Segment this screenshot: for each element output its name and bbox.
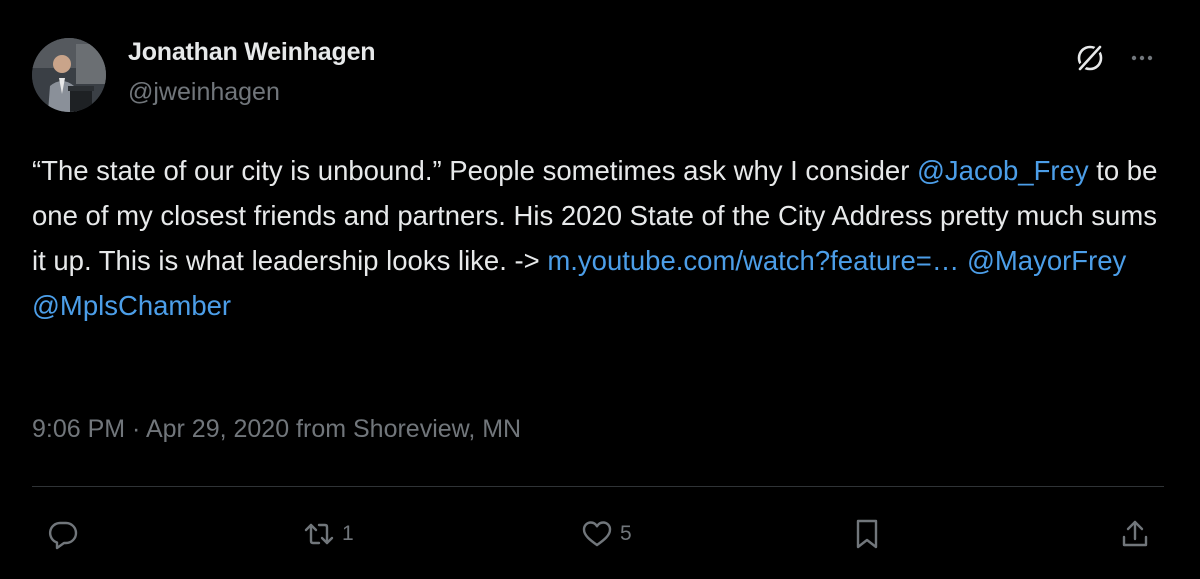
author-handle[interactable]: @jweinhagen bbox=[128, 78, 280, 107]
avatar[interactable] bbox=[32, 38, 106, 112]
grok-icon[interactable] bbox=[1072, 40, 1108, 76]
reply-icon bbox=[46, 517, 80, 551]
youtube-link[interactable]: m.youtube.com/watch?feature=… bbox=[547, 245, 959, 276]
bookmark-icon bbox=[850, 517, 884, 551]
retweet-count: 1 bbox=[342, 522, 354, 545]
retweet-button[interactable]: 1 bbox=[302, 512, 354, 556]
tweet-text-segment: “The state of our city is unbound.” Peop… bbox=[32, 155, 917, 186]
like-button[interactable]: 5 bbox=[580, 512, 632, 556]
retweet-icon bbox=[302, 517, 336, 551]
avatar-image bbox=[32, 38, 106, 112]
mention-jacob-frey[interactable]: @Jacob_Frey bbox=[917, 155, 1089, 186]
tweet-text: “The state of our city is unbound.” Peop… bbox=[32, 148, 1172, 328]
tweet-text-spacer bbox=[959, 245, 967, 276]
more-icon[interactable] bbox=[1124, 40, 1160, 76]
share-button[interactable] bbox=[1118, 512, 1152, 556]
share-icon bbox=[1118, 517, 1152, 551]
like-icon bbox=[580, 517, 614, 551]
mention-mayor-frey[interactable]: @MayorFrey bbox=[967, 245, 1126, 276]
author-display-name[interactable]: Jonathan Weinhagen bbox=[128, 38, 376, 67]
tweet-timestamp[interactable]: 9:06 PM · Apr 29, 2020 from Shoreview, M… bbox=[32, 415, 521, 444]
divider bbox=[32, 486, 1164, 487]
tweet-card: Jonathan Weinhagen @jweinhagen “The stat… bbox=[0, 0, 1200, 579]
mention-mpls-chamber[interactable]: @MplsChamber bbox=[32, 290, 231, 321]
reply-button[interactable] bbox=[46, 512, 86, 556]
like-count: 5 bbox=[620, 522, 632, 545]
bookmark-button[interactable] bbox=[850, 512, 884, 556]
